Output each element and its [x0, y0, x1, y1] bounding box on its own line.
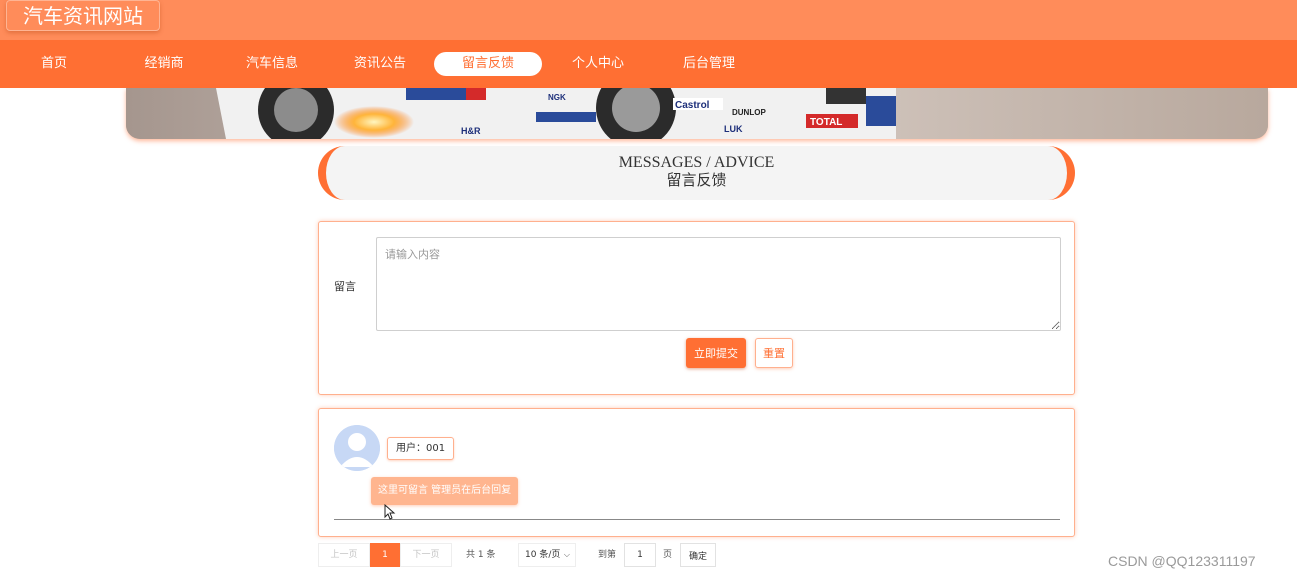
section-title-en: MESSAGES / ADVICE — [618, 154, 775, 171]
user-avatar-icon — [334, 425, 380, 471]
nav-item-news[interactable]: 资讯公告 — [326, 52, 434, 76]
page-size-select[interactable]: 10 条/页 ⌵ — [518, 543, 576, 567]
pager-goto-suffix: 页 — [663, 550, 673, 560]
pager-goto-input[interactable] — [624, 543, 656, 567]
message-form: 留言 立即提交 重置 — [318, 221, 1075, 395]
avatar — [334, 425, 380, 471]
nav-item-dealers[interactable]: 经销商 — [110, 52, 218, 76]
banner-image: Castrol DUNLOP TOTAL LUK H&R NGK — [126, 88, 1268, 139]
comment-username: 用户：001 — [387, 437, 455, 460]
section-title: MESSAGES / ADVICE 留言反馈 — [318, 146, 1075, 200]
decal-total: TOTAL — [810, 117, 842, 128]
comment-list: 用户：001 这里可留言 管理员在后台回复 — [318, 408, 1075, 537]
nav-item-admin[interactable]: 后台管理 — [655, 52, 763, 76]
nav-item-profile[interactable]: 个人中心 — [544, 52, 652, 76]
comment-divider — [334, 519, 1060, 520]
submit-button[interactable]: 立即提交 — [686, 338, 746, 368]
site-title[interactable]: 汽车资讯网站 — [6, 0, 160, 31]
top-bar: 汽车资讯网站 — [0, 0, 1297, 40]
race-car-illustration: Castrol DUNLOP TOTAL LUK H&R NGK — [126, 88, 1268, 139]
decal-dunlop: DUNLOP — [732, 108, 766, 117]
nav-item-feedback[interactable]: 留言反馈 — [434, 52, 542, 76]
message-label: 留言 — [334, 280, 356, 293]
decal-hr: H&R — [461, 126, 481, 136]
chevron-down-icon: ⌵ — [563, 550, 570, 559]
page-size-value: 10 条/页 — [525, 550, 561, 560]
nav-item-car-info[interactable]: 汽车信息 — [218, 52, 326, 76]
main-nav: 首页 经销商 汽车信息 资讯公告 留言反馈 个人中心 后台管理 — [0, 40, 1297, 88]
pager-prev-button[interactable]: 上一页 — [318, 543, 370, 567]
decal-luk: LUK — [724, 124, 743, 134]
section-title-cn: 留言反馈 — [666, 173, 727, 189]
mouse-cursor-icon — [384, 503, 396, 524]
pager-current-page[interactable]: 1 — [370, 543, 400, 567]
decal-ngk: NGK — [548, 93, 566, 102]
reset-button[interactable]: 重置 — [755, 338, 793, 368]
nav-item-home[interactable]: 首页 — [0, 52, 108, 76]
decal-castrol: Castrol — [675, 100, 710, 111]
pager-next-button[interactable]: 下一页 — [400, 543, 452, 567]
pager-total: 共 1 条 — [466, 550, 496, 560]
pager-confirm-button[interactable]: 确定 — [680, 543, 716, 567]
watermark: CSDN @QQ123311197 — [1108, 553, 1256, 569]
comment-content: 这里可留言 管理员在后台回复 — [371, 477, 519, 505]
pager-goto-prefix: 到第 — [598, 550, 617, 560]
message-textarea[interactable] — [376, 237, 1061, 331]
